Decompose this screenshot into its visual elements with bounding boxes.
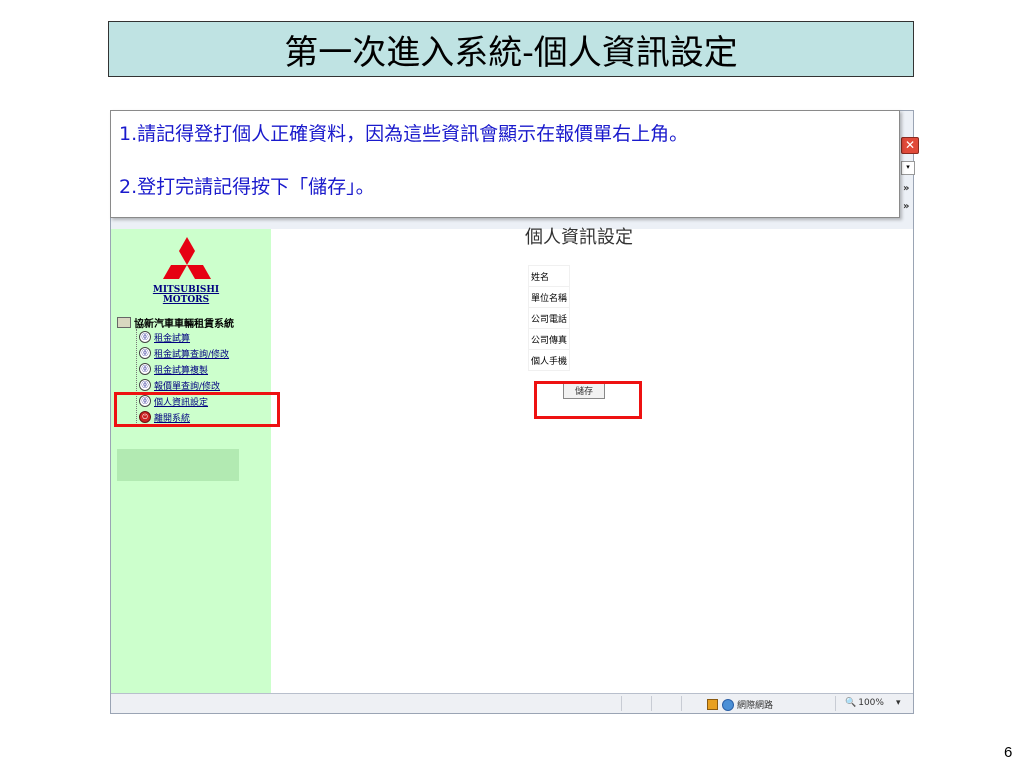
instruction-text: 請記得登打個人正確資料，因為這些資訊會顯示在報價單右上角。 <box>137 123 689 145</box>
sidebar-panel <box>117 449 239 481</box>
status-divider <box>651 696 652 711</box>
menu-root[interactable]: 協新汽車車輛租賃系統 <box>117 315 234 330</box>
menu-item-rent-query[interactable]: ⓪ 租金試算查詢/修改 <box>131 345 229 361</box>
highlight-box-save <box>534 381 642 419</box>
status-divider <box>621 696 622 711</box>
page-icon: ⓪ <box>139 379 151 391</box>
instruction-callout: 1.請記得登打個人正確資料，因為這些資訊會顯示在報價單右上角。 2.登打完請記得… <box>110 110 900 218</box>
menu-item-quote-query[interactable]: ⓪ 報價單查詢/修改 <box>131 377 229 393</box>
globe-icon <box>722 698 734 711</box>
page-icon: ⓪ <box>139 363 151 375</box>
field-label-name: 姓名 <box>527 265 571 287</box>
logo-text-line2: MOTORS <box>162 295 210 305</box>
field-label-unit: 單位名稱 <box>527 286 571 308</box>
menu-item-label: 租金試算複製 <box>154 365 209 376</box>
instruction-line-1: 1.請記得登打個人正確資料，因為這些資訊會顯示在報價單右上角。 <box>119 119 891 146</box>
form-row: 單位名稱 <box>527 286 571 308</box>
folder-icon <box>117 317 131 328</box>
zoom-level: 100% <box>858 698 884 708</box>
status-bar: 網際網路 🔍 100% ▾ <box>111 693 913 713</box>
form-row: 個人手機 <box>527 349 571 371</box>
instruction-line-2: 2.登打完請記得按下「儲存」。 <box>119 172 891 199</box>
menu-item-label: 租金試算 <box>154 333 191 344</box>
field-label-mobile: 個人手機 <box>527 349 571 371</box>
page-title: 個人資訊設定 <box>525 227 633 248</box>
zoom-control[interactable]: 🔍 100% ▾ <box>845 698 900 708</box>
toolbar-more-icon-2[interactable]: » <box>903 201 909 212</box>
main-content: 個人資訊設定 姓名 單位名稱 公司電話 公司傳真 個人手機 儲存 <box>271 227 913 695</box>
menu-item-rent-copy[interactable]: ⓪ 租金試算複製 <box>131 361 229 377</box>
page-icon: ⓪ <box>139 331 151 343</box>
close-icon[interactable]: ✕ <box>901 137 919 154</box>
form-row: 公司傳真 <box>527 328 571 350</box>
slide-title: 第一次進入系統-個人資訊設定 <box>108 21 914 77</box>
sidebar: MITSUBISHI MOTORS 協新汽車車輛租賃系統 ⓪ 租金試算 ⓪ 租金… <box>111 229 272 695</box>
menu-root-label: 協新汽車車輛租賃系統 <box>134 319 234 330</box>
menu-item-rent-calc[interactable]: ⓪ 租金試算 <box>131 329 229 345</box>
instruction-text: 登打完請記得按下「儲存」。 <box>137 176 375 198</box>
status-divider <box>835 696 836 711</box>
chevron-down-icon[interactable]: ▾ <box>901 161 915 175</box>
chevron-down-icon[interactable]: ▾ <box>896 698 901 708</box>
menu-item-label: 報價單查詢/修改 <box>154 381 221 392</box>
status-zone: 網際網路 <box>707 698 773 711</box>
menu-item-label: 租金試算查詢/修改 <box>154 349 230 360</box>
form-row: 姓名 <box>527 265 571 287</box>
instruction-number: 2. <box>119 176 138 198</box>
status-divider <box>681 696 682 711</box>
protected-mode-icon <box>707 699 718 710</box>
form-row: 公司電話 <box>527 307 571 329</box>
mitsubishi-logo-icon <box>163 237 211 279</box>
page-number: 6 <box>1004 744 1013 761</box>
page-icon: ⓪ <box>139 347 151 359</box>
instruction-number: 1. <box>119 123 138 145</box>
field-label-fax: 公司傳真 <box>527 328 571 350</box>
logo-text-line1: MITSUBISHI <box>152 285 220 295</box>
toolbar-more-icon[interactable]: » <box>903 183 909 194</box>
highlight-box-menu <box>114 392 280 427</box>
zone-label: 網際網路 <box>737 701 774 711</box>
field-label-phone: 公司電話 <box>527 307 571 329</box>
zoom-icon: 🔍 <box>845 698 857 708</box>
personal-info-form: 姓名 單位名稱 公司電話 公司傳真 個人手機 <box>527 265 571 371</box>
